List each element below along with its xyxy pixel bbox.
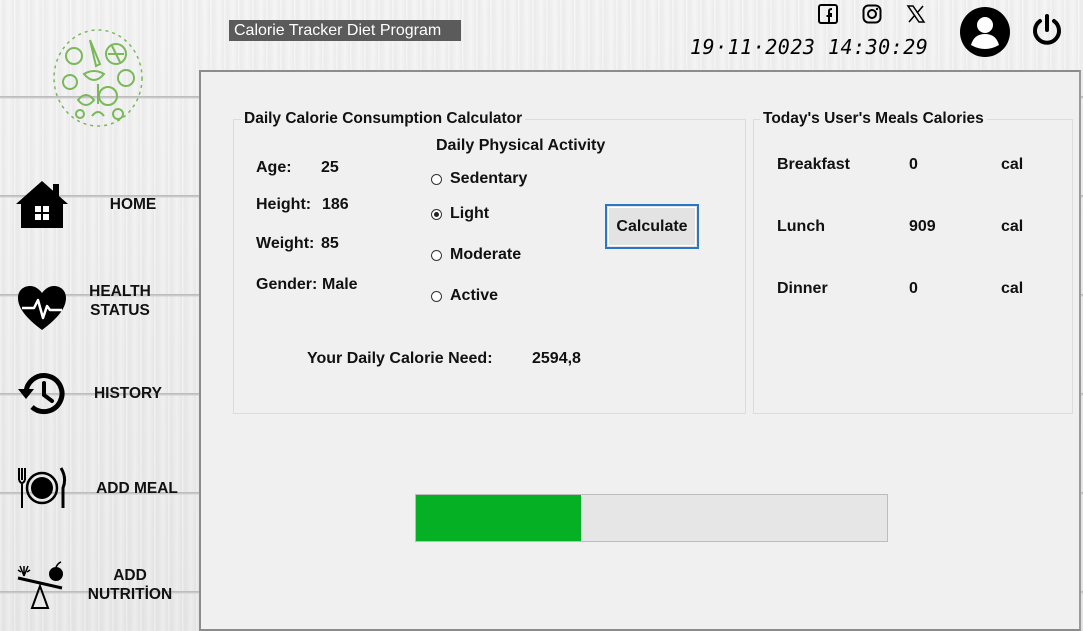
gender-label: Gender: (256, 276, 318, 293)
balance-scale-icon (14, 560, 68, 616)
radio-sedentary[interactable]: Sedentary (431, 170, 527, 188)
instagram-icon[interactable] (862, 4, 882, 24)
plate-icon (16, 466, 68, 514)
power-icon[interactable] (1030, 14, 1064, 52)
breakfast-label: Breakfast (777, 156, 850, 173)
history-icon (16, 369, 68, 423)
lunch-label: Lunch (777, 218, 825, 235)
radio-active[interactable]: Active (431, 287, 498, 305)
sidebar-item-add-nutrition[interactable]: ADD NUTRITİON (0, 560, 199, 631)
activity-title: Daily Physical Activity (436, 137, 606, 154)
sidebar: HOME HEALTH STATUS HISTORY ADD MEAL ADD … (0, 0, 199, 631)
meals-group: Today's User's Meals Calories Breakfast … (753, 110, 1073, 414)
age-label: Age: (256, 159, 292, 176)
sidebar-item-label: ADD NUTRITİON (87, 567, 173, 603)
progress-fill (416, 495, 581, 541)
user-avatar-icon[interactable] (960, 7, 1010, 61)
radio-button-selected-icon (431, 208, 442, 220)
radio-label: Light (450, 205, 490, 222)
facebook-icon[interactable] (818, 4, 838, 24)
sidebar-item-add-meal[interactable]: ADD MEAL (0, 460, 199, 520)
vegetable-logo-icon (50, 26, 146, 130)
sidebar-item-home[interactable]: HOME (0, 170, 199, 250)
radio-light[interactable]: Light (431, 205, 489, 223)
sidebar-item-health-status[interactable]: HEALTH STATUS (0, 270, 199, 350)
calculate-button[interactable]: Calculate (605, 204, 699, 249)
lunch-value: 909 (909, 218, 936, 235)
dinner-label: Dinner (777, 280, 828, 297)
x-icon[interactable] (906, 4, 926, 24)
radio-moderate[interactable]: Moderate (431, 246, 521, 264)
radio-button-icon (431, 173, 442, 185)
weight-label: Weight: (256, 235, 315, 252)
weight-value: 85 (321, 235, 339, 252)
main-panel: Daily Calorie Consumption Calculator Age… (199, 70, 1081, 631)
radio-label: Active (450, 287, 499, 304)
breakfast-unit: cal (1001, 156, 1024, 173)
app-title: Calorie Tracker Diet Program (229, 20, 461, 41)
gender-value: Male (322, 276, 358, 293)
datetime-display: 19·11·2023 14:30:29 (690, 35, 929, 59)
radio-label: Moderate (450, 246, 522, 263)
meals-title: Today's User's Meals Calories (760, 110, 987, 128)
radio-button-icon (431, 290, 442, 302)
breakfast-value: 0 (909, 156, 918, 173)
calculator-group: Daily Calorie Consumption Calculator Age… (233, 110, 746, 414)
calorie-progress-bar (415, 494, 888, 542)
lunch-unit: cal (1001, 218, 1024, 235)
age-value: 25 (321, 159, 339, 176)
calorie-need-value: 2594,8 (532, 350, 581, 367)
calculator-title: Daily Calorie Consumption Calculator (241, 110, 526, 128)
sidebar-item-label: ADD MEAL (96, 480, 178, 497)
height-value: 186 (322, 196, 349, 213)
calorie-need-label: Your Daily Calorie Need: (307, 350, 493, 367)
sidebar-item-history[interactable]: HISTORY (0, 365, 199, 425)
sidebar-item-label: HEALTH STATUS (89, 283, 151, 319)
heart-pulse-icon (16, 284, 68, 336)
height-label: Height: (256, 196, 312, 213)
radio-button-icon (431, 249, 442, 261)
dinner-unit: cal (1001, 280, 1024, 297)
sidebar-item-label: HOME (109, 196, 157, 213)
house-icon (13, 178, 71, 234)
dinner-value: 0 (909, 280, 918, 297)
radio-label: Sedentary (450, 170, 528, 187)
sidebar-item-label: HISTORY (93, 385, 163, 402)
